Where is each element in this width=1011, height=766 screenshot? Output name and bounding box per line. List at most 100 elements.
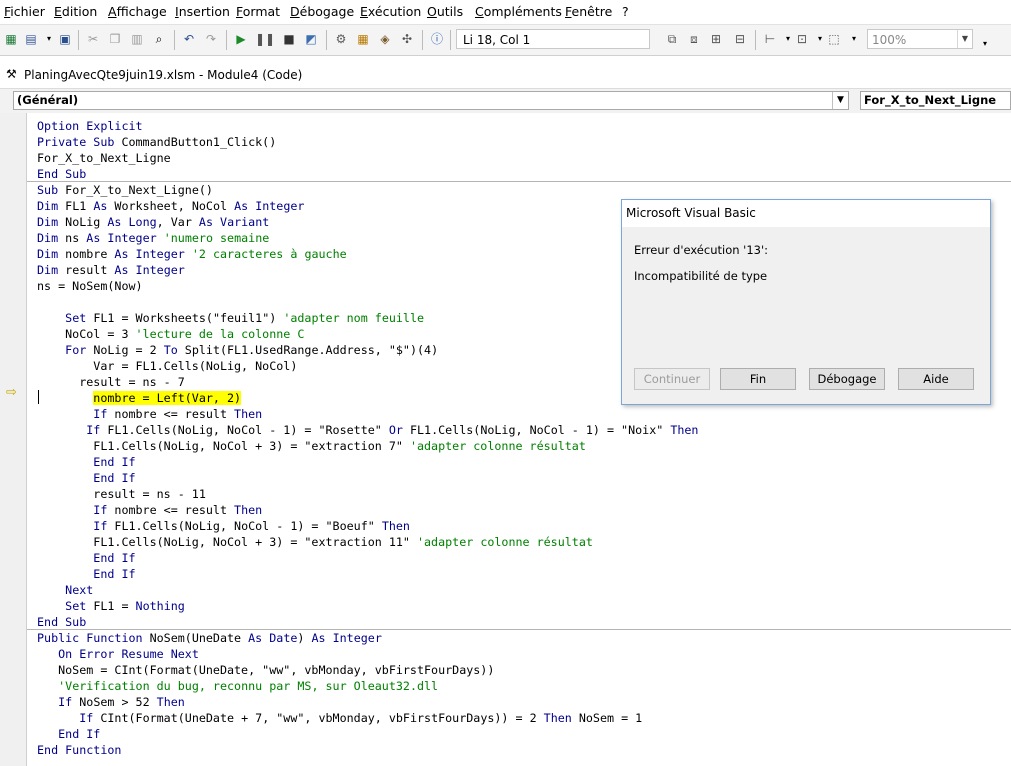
bring-to-front-icon[interactable]: ⧉ <box>663 30 681 48</box>
code-line[interactable]: Public Function NoSem(UneDate As Date) A… <box>37 630 698 646</box>
code-line[interactable]: If nombre <= result Then <box>37 502 698 518</box>
code-line[interactable]: Set FL1 = Worksheets("feuil1") 'adapter … <box>37 310 698 326</box>
code-line[interactable]: ns = NoSem(Now) <box>37 278 698 294</box>
code-line[interactable]: For_X_to_Next_Ligne <box>37 150 698 166</box>
code-token: NoLig <box>58 215 108 229</box>
code-line[interactable]: End Sub <box>37 614 698 630</box>
send-to-back-icon[interactable]: ⧈ <box>685 30 703 48</box>
menu-complements[interactable]: Compléments <box>475 4 562 19</box>
code-line[interactable]: FL1.Cells(NoLig, NoCol + 3) = "extractio… <box>37 534 698 550</box>
help-button[interactable]: Aide <box>898 368 974 390</box>
copy-icon[interactable]: ❐ <box>106 30 124 48</box>
code-line[interactable]: Dim ns As Integer 'numero semaine <box>37 230 698 246</box>
menu-execution[interactable]: Exécution <box>360 4 421 19</box>
menu-debogage[interactable]: Débogage <box>290 4 354 19</box>
chevron-down-icon[interactable]: ▼ <box>957 30 972 48</box>
menu-outils[interactable]: Outils <box>427 4 463 19</box>
code-keyword: Dim <box>37 199 59 213</box>
code-line[interactable]: If nombre <= result Then <box>37 406 698 422</box>
code-line[interactable]: Option Explicit <box>37 118 698 134</box>
code-line[interactable]: NoCol = 3 'lecture de la colonne C <box>37 326 698 342</box>
code-line[interactable]: Next <box>37 582 698 598</box>
code-line[interactable]: End Function <box>37 742 698 758</box>
object-select[interactable]: (Général) ▼ <box>13 91 849 110</box>
margin-indicator-bar[interactable]: ⇨ <box>0 113 27 766</box>
redo-icon[interactable]: ↷ <box>202 30 220 48</box>
find-icon[interactable]: ⌕ <box>150 30 168 48</box>
code-line[interactable]: For NoLig = 2 To Split(FL1.UsedRange.Add… <box>37 342 698 358</box>
code-line[interactable]: End If <box>37 550 698 566</box>
code-line[interactable]: Dim result As Integer <box>37 262 698 278</box>
code-line[interactable]: If CInt(Format(UneDate + 7, "ww", vbMond… <box>37 710 698 726</box>
code-line[interactable]: End If <box>37 470 698 486</box>
code-line[interactable]: End Sub <box>37 166 698 182</box>
menu-help[interactable]: ? <box>622 4 629 19</box>
code-keyword: If <box>58 695 73 709</box>
menu-edition[interactable]: Edition <box>54 4 97 19</box>
code-keyword: As <box>234 199 249 213</box>
chevron-down-icon[interactable]: ▾ <box>845 30 863 48</box>
object-browser-icon[interactable]: ◈ <box>376 30 394 48</box>
code-line[interactable]: Dim NoLig As Long, Var As Variant <box>37 214 698 230</box>
code-token: CommandButton1_Click() <box>114 135 277 149</box>
undo-icon[interactable]: ↶ <box>180 30 198 48</box>
code-token: FL1.Cells(NoLig, NoCol - 1) = "Boeuf" <box>107 519 382 533</box>
continue-button[interactable]: Continuer <box>634 368 710 390</box>
design-mode-icon[interactable]: ◩ <box>302 30 320 48</box>
end-button[interactable]: Fin <box>720 368 796 390</box>
code-line[interactable]: Dim FL1 As Worksheet, NoCol As Integer <box>37 198 698 214</box>
align-icon[interactable]: ⊢ <box>761 30 779 48</box>
code-token: NoSem(UneDate <box>142 631 249 645</box>
code-line[interactable]: NoSem = CInt(Format(UneDate, "ww", vbMon… <box>37 662 698 678</box>
project-explorer-icon[interactable]: ⚙ <box>332 30 350 48</box>
properties-icon[interactable]: ▦ <box>354 30 372 48</box>
code-line[interactable]: Dim nombre As Integer '2 caracteres à ga… <box>37 246 698 262</box>
code-line[interactable]: Private Sub CommandButton1_Click() <box>37 134 698 150</box>
code-line[interactable]: Sub For_X_to_Next_Ligne() <box>37 182 698 198</box>
code-token: NoCol = 3 <box>37 327 136 341</box>
code-line[interactable]: If FL1.Cells(NoLig, NoCol - 1) = "Rosett… <box>37 422 698 438</box>
toolbar-options-icon[interactable]: ▾ <box>976 35 994 53</box>
insert-userform-icon[interactable]: ▤ <box>22 30 40 48</box>
center-icon[interactable]: ⊡ <box>793 30 811 48</box>
help-icon[interactable]: ⓘ <box>428 30 446 48</box>
code-line[interactable]: On Error Resume Next <box>37 646 698 662</box>
stop-icon[interactable]: ■ <box>280 30 298 48</box>
code-line[interactable]: Var = FL1.Cells(NoLig, NoCol) <box>37 358 698 374</box>
code-line[interactable]: 'Verification du bug, reconnu par MS, su… <box>37 678 698 694</box>
menu-affichage[interactable]: Affichage <box>108 4 167 19</box>
code-line[interactable]: If NoSem > 52 Then <box>37 694 698 710</box>
pause-icon[interactable]: ❚❚ <box>255 30 275 48</box>
ungroup-icon[interactable]: ⊟ <box>731 30 749 48</box>
code-line[interactable] <box>37 294 698 310</box>
menu-format[interactable]: Format <box>236 4 280 19</box>
code-line[interactable]: FL1.Cells(NoLig, NoCol + 3) = "extractio… <box>37 438 698 454</box>
menu-fenetre[interactable]: Fenêtre <box>565 4 612 19</box>
run-icon[interactable]: ▶ <box>232 30 250 48</box>
code-line[interactable]: result = ns - 11 <box>37 486 698 502</box>
code-line[interactable]: End If <box>37 454 698 470</box>
code-line[interactable]: If FL1.Cells(NoLig, NoCol - 1) = "Boeuf"… <box>37 518 698 534</box>
cut-icon[interactable]: ✂ <box>84 30 102 48</box>
toolbox-icon[interactable]: ✣ <box>398 30 416 48</box>
chevron-down-icon[interactable]: ▼ <box>832 92 848 109</box>
code-line[interactable]: End If <box>37 726 698 742</box>
save-icon[interactable]: ▣ <box>56 30 74 48</box>
group-icon[interactable]: ⊞ <box>707 30 725 48</box>
menu-fichier[interactable]: Fichier <box>4 4 45 19</box>
code-line[interactable]: nombre = Left(Var, 2) <box>37 390 698 406</box>
code-line[interactable]: End If <box>37 566 698 582</box>
procedure-select[interactable]: For_X_to_Next_Ligne <box>860 91 1011 110</box>
debug-button[interactable]: Débogage <box>809 368 885 390</box>
code-line[interactable]: result = ns - 7 <box>37 374 698 390</box>
code-text[interactable]: Option Explicit Private Sub CommandButton… <box>37 118 698 758</box>
code-line[interactable]: Set FL1 = Nothing <box>37 598 698 614</box>
menu-insertion[interactable]: Insertion <box>175 4 230 19</box>
excel-view-icon[interactable]: ▦ <box>2 30 20 48</box>
zoom-select[interactable]: 100% ▼ <box>867 29 973 49</box>
make-same-size-icon[interactable]: ⬚ <box>825 30 843 48</box>
code-keyword: If <box>93 407 108 421</box>
paste-icon[interactable]: ▥ <box>128 30 146 48</box>
toolbar-separator <box>326 30 327 50</box>
